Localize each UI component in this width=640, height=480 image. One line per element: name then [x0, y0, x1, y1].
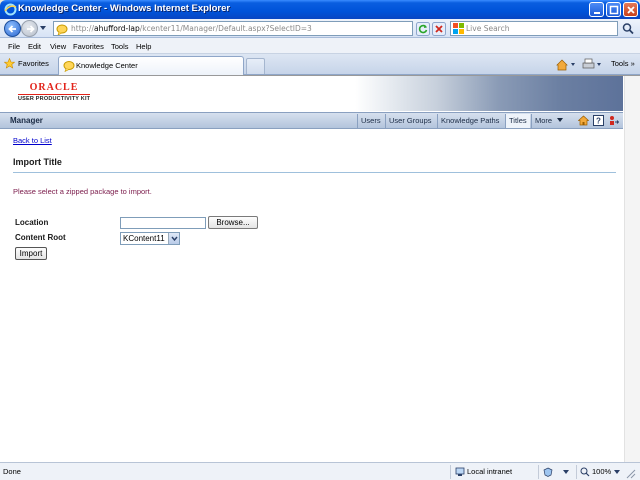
instructions-text: Please select a zipped package to import…: [13, 187, 152, 196]
zoom-level: 100%: [592, 467, 612, 476]
svg-text:?: ?: [596, 117, 601, 126]
stop-icon[interactable]: [432, 22, 446, 36]
tools-button[interactable]: Tools »: [611, 59, 635, 72]
dropdown-triangle-icon: [614, 470, 620, 474]
menu-tools[interactable]: Tools: [111, 42, 129, 51]
security-icon: [543, 467, 553, 477]
vertical-scrollbar[interactable]: [624, 76, 640, 463]
zoom-icon: [580, 467, 590, 477]
maximize-icon: [609, 5, 619, 15]
section-title: Manager: [10, 116, 43, 125]
menu-view[interactable]: View: [50, 42, 66, 51]
header-banner: ORACLE USER PRODUCTIVITY KIT: [0, 76, 623, 111]
content-root-dropdown-button[interactable]: [168, 233, 179, 244]
chevron-double-icon: »: [630, 59, 635, 68]
import-button[interactable]: Import: [15, 247, 47, 260]
resize-grip-icon[interactable]: [624, 467, 636, 479]
minimize-icon: [594, 12, 600, 14]
nav-knowledge-paths[interactable]: Knowledge Paths: [437, 114, 502, 128]
logout-icon[interactable]: [608, 115, 619, 126]
search-placeholder: Live Search: [466, 24, 510, 33]
tab-knowledge-center[interactable]: Knowledge Center: [58, 56, 244, 75]
chevron-down-icon: [171, 236, 178, 242]
menu-file[interactable]: File: [8, 42, 20, 51]
content-root-select[interactable]: KContent11: [120, 232, 180, 245]
page-viewport: ORACLE USER PRODUCTIVITY KIT Manager Use…: [0, 75, 640, 463]
forward-arrow-icon: [27, 25, 35, 33]
tab-bar: Favorites Knowledge Center Tools »: [0, 54, 640, 75]
back-to-list-link[interactable]: Back to List: [13, 136, 52, 145]
protected-mode-pane[interactable]: [538, 465, 574, 479]
dropdown-triangle-icon: [563, 470, 569, 474]
tab-label: Knowledge Center: [76, 61, 138, 70]
status-text: Done: [3, 467, 21, 476]
refresh-icon[interactable]: [416, 22, 430, 36]
content-root-label: Content Root: [15, 233, 66, 242]
search-icon[interactable]: [620, 21, 636, 36]
nav-users[interactable]: Users: [357, 114, 384, 128]
recent-pages-dropdown-icon[interactable]: [40, 26, 46, 31]
browse-button[interactable]: Browse...: [208, 216, 258, 229]
location-file-input[interactable]: [120, 217, 206, 229]
nav-user-groups[interactable]: User Groups: [385, 114, 435, 128]
app-nav-bar: Manager Users User Groups Knowledge Path…: [0, 112, 623, 129]
title-divider: [13, 172, 616, 173]
close-button[interactable]: [623, 2, 638, 17]
back-button[interactable]: [4, 20, 21, 37]
address-input[interactable]: http://ahufford-lap/kcenter11/Manager/De…: [53, 21, 466, 36]
home-icon[interactable]: [578, 115, 589, 126]
favorites-label: Favorites: [18, 59, 49, 68]
menu-edit[interactable]: Edit: [28, 42, 41, 51]
content-root-value: KContent11: [123, 234, 165, 243]
forward-button[interactable]: [21, 20, 38, 37]
zoom-pane[interactable]: 100%: [576, 465, 620, 479]
minimize-button[interactable]: [589, 2, 604, 17]
menu-bar: File Edit View Favorites Tools Help: [0, 38, 640, 54]
home-dropdown-icon[interactable]: [556, 58, 578, 71]
maximize-button[interactable]: [606, 2, 621, 17]
nav-more[interactable]: More: [531, 114, 567, 128]
search-input[interactable]: Live Search: [450, 21, 618, 36]
print-icon[interactable]: [582, 58, 604, 71]
menu-help[interactable]: Help: [136, 42, 151, 51]
page-icon: [63, 61, 75, 72]
nav-titles[interactable]: Titles: [505, 114, 530, 128]
internet-explorer-icon: [4, 3, 17, 16]
intranet-icon: [455, 467, 465, 476]
address-toolbar: http://ahufford-lap/kcenter11/Manager/De…: [0, 19, 640, 38]
star-icon: [4, 58, 15, 69]
oracle-logo: ORACLE USER PRODUCTIVITY KIT: [18, 82, 91, 102]
title-bar: Knowledge Center - Windows Internet Expl…: [0, 0, 640, 19]
status-bar: Done Local intranet 100%: [0, 462, 640, 480]
help-icon[interactable]: ?: [593, 115, 604, 126]
url-text: http://ahufford-lap/kcenter11/Manager/De…: [71, 24, 312, 33]
window-title: Knowledge Center - Windows Internet Expl…: [18, 3, 231, 14]
page-icon: [56, 24, 68, 35]
page-title: Import Title: [13, 157, 62, 167]
menu-favorites[interactable]: Favorites: [73, 42, 104, 51]
dropdown-triangle-icon: [557, 118, 563, 122]
close-icon: [627, 6, 635, 14]
new-tab-button[interactable]: [246, 58, 265, 74]
zone-pane[interactable]: Local intranet: [450, 465, 536, 479]
back-arrow-icon: [8, 25, 16, 33]
zone-text: Local intranet: [467, 467, 513, 476]
location-label: Location: [15, 218, 49, 227]
live-search-icon: [453, 23, 464, 34]
